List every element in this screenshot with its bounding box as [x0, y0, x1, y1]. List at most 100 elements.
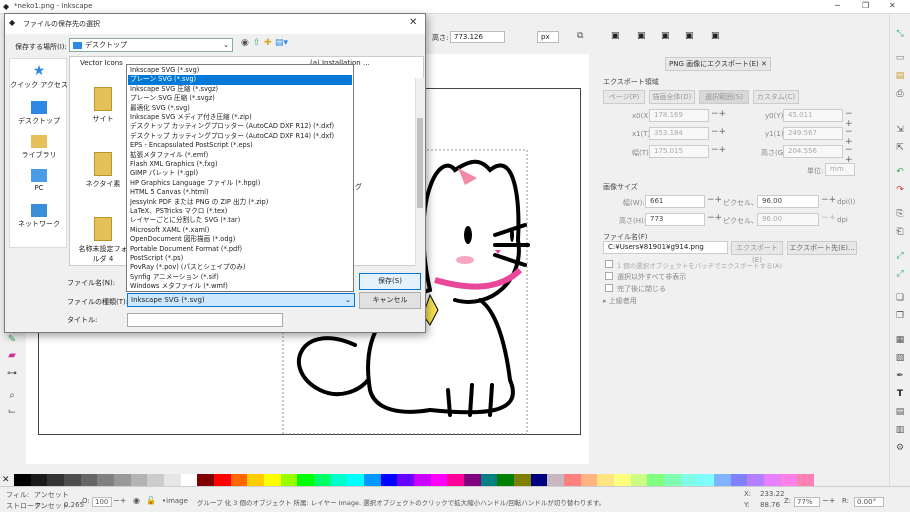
filetype-option[interactable]: Microsoft XAML (*.xaml) — [128, 226, 352, 235]
new-doc-icon[interactable]: ▭ — [894, 52, 906, 64]
color-swatch[interactable] — [447, 474, 465, 486]
layer-dropdown[interactable]: •image — [162, 497, 188, 505]
cancel-button[interactable]: キャンセル — [359, 292, 421, 309]
filetype-option[interactable]: OpenDocument 図形描画 (*.odg) — [128, 235, 352, 244]
color-swatch[interactable] — [580, 474, 598, 486]
color-swatch[interactable] — [747, 474, 765, 486]
filetype-option[interactable]: Windows メタファイル (*.wmf) — [128, 282, 352, 291]
area-drawing-button[interactable]: 描画全体(D) — [649, 90, 695, 104]
hide-all-checkbox[interactable] — [605, 272, 613, 280]
width-input[interactable]: 175.015 — [649, 145, 709, 158]
snap-toggle-icon[interactable]: ⤡ — [894, 28, 906, 40]
color-swatch[interactable] — [797, 474, 815, 486]
color-swatch[interactable] — [330, 474, 348, 486]
color-swatch[interactable] — [564, 474, 582, 486]
close-window-icon[interactable]: ✕ — [889, 1, 896, 10]
ungroup-icon[interactable]: ▧ — [894, 352, 906, 364]
opacity-stepper[interactable]: −+ — [113, 496, 126, 505]
color-swatch[interactable] — [364, 474, 382, 486]
area-custom-button[interactable]: カスタム(C) — [753, 90, 799, 104]
clone-icon[interactable]: ❐ — [894, 310, 906, 322]
file-item-label[interactable]: Vector Icons — [80, 59, 123, 67]
color-swatch[interactable] — [247, 474, 265, 486]
color-swatch[interactable] — [647, 474, 665, 486]
img-width-input[interactable]: 661 — [645, 195, 705, 208]
filetype-options-list[interactable]: Inkscape SVG (*.svg) プレーン SVG (*.svg) Inks… — [126, 64, 354, 292]
save-in-dropdown[interactable]: デスクトップ ⌄ — [69, 38, 233, 52]
color-swatch[interactable] — [214, 474, 232, 486]
color-swatch[interactable] — [314, 474, 332, 486]
eye-icon[interactable]: ◉ — [133, 496, 140, 505]
spray-tool-icon[interactable]: ✎ — [6, 334, 18, 346]
tab-png-export[interactable]: PNG 画像にエクスポート(E) ✕ — [665, 57, 771, 71]
view-menu-icon[interactable]: ▤▾ — [275, 38, 288, 48]
color-swatch[interactable] — [630, 474, 648, 486]
color-swatch[interactable] — [780, 474, 798, 486]
close-when-done-checkbox[interactable] — [605, 284, 613, 292]
color-swatch[interactable] — [230, 474, 248, 486]
color-swatch[interactable] — [664, 474, 682, 486]
color-swatch[interactable] — [680, 474, 698, 486]
filetype-option[interactable]: プレーン SVG 圧縮 (*.svgz) — [128, 94, 352, 103]
zoom-drawing-icon[interactable]: ⤢ — [894, 268, 906, 280]
fill-stroke-icon[interactable]: ✒ — [894, 370, 906, 382]
redo-icon[interactable]: ↷ — [894, 184, 906, 196]
eraser-tool-icon[interactable]: ▰ — [6, 350, 18, 362]
align-panel-icon[interactable]: ▥ — [894, 424, 906, 436]
new-folder-icon[interactable]: ✚ — [264, 38, 272, 48]
snap-icon-5[interactable]: ▣ — [711, 31, 720, 41]
export-button[interactable]: エクスポート(E) — [731, 241, 783, 264]
snap-icon-1[interactable]: ▣ — [611, 31, 620, 41]
filetype-option[interactable]: Synfig アニメーション (*.sif) — [128, 273, 352, 282]
y0-stepper[interactable]: −+ — [845, 109, 860, 129]
color-swatch[interactable] — [497, 474, 515, 486]
filetype-option[interactable]: Inkscape SVG メディア付き圧縮 (*.zip) — [128, 113, 352, 122]
filetype-option[interactable]: 最適化 SVG (*.svg) — [128, 104, 352, 113]
color-swatch[interactable] — [764, 474, 782, 486]
file-item-label-partial-2[interactable]: グ — [355, 182, 362, 192]
dialog-close-icon[interactable]: ✕ — [409, 17, 417, 28]
unit-select[interactable]: px — [537, 31, 559, 43]
filetype-option[interactable]: プレーン SVG (*.svg) — [128, 75, 352, 85]
place-network[interactable]: ネットワーク — [10, 204, 68, 229]
filetype-option[interactable]: レイヤーごとに分割した SVG (*.tar) — [128, 216, 352, 225]
filetype-option[interactable]: デスクトップ カッティングプロッター (AutoCAD DXF R14) (*.… — [128, 132, 352, 141]
color-swatch[interactable] — [430, 474, 448, 486]
measure-tool-icon[interactable]: ⌙ — [6, 406, 18, 418]
file-item-unnamed-folder[interactable]: 名称未設定フォルダ 4 — [78, 217, 128, 264]
minimize-icon[interactable]: ─ — [835, 1, 840, 10]
snap-icon-3[interactable]: ▣ — [661, 31, 670, 41]
color-swatch[interactable] — [197, 474, 215, 486]
color-swatch[interactable] — [264, 474, 282, 486]
filetype-option[interactable]: Inkscape SVG (*.svg) — [128, 66, 352, 75]
batch-export-checkbox[interactable] — [605, 260, 613, 268]
connector-tool-icon[interactable]: ⊶ — [6, 368, 18, 380]
color-swatch[interactable] — [614, 474, 632, 486]
place-pc[interactable]: PC — [10, 169, 68, 192]
duplicate-icon[interactable]: ❏ — [894, 292, 906, 304]
filetype-option[interactable]: JessyInk PDF または PNG の ZIP 出力 (*.zip) — [128, 198, 352, 207]
color-swatch[interactable] — [347, 474, 365, 486]
file-item-tie[interactable]: ネクタイ素 — [78, 152, 128, 189]
fill-value[interactable]: アンセット — [34, 490, 69, 500]
snap-icon-2[interactable]: ▣ — [637, 31, 646, 41]
unit-dropdown[interactable]: mm — [825, 163, 855, 176]
group-icon[interactable]: ▦ — [894, 334, 906, 346]
height-input[interactable]: 773.126 — [450, 31, 505, 43]
place-quick-access[interactable]: ★ クイック アクセス — [10, 64, 68, 90]
img-height-input[interactable]: 773 — [645, 213, 705, 226]
dpi-stepper[interactable]: −+ — [821, 195, 836, 205]
color-swatch[interactable] — [30, 474, 48, 486]
filetype-option[interactable]: PovRay (*.pov) (パスとシェイプのみ) — [128, 263, 352, 272]
color-swatch[interactable] — [64, 474, 82, 486]
filetype-option[interactable]: HTML 5 Canvas (*.html) — [128, 188, 352, 197]
color-swatch[interactable] — [547, 474, 565, 486]
x0-input[interactable]: 178.169 — [649, 109, 709, 122]
color-swatch[interactable] — [597, 474, 615, 486]
zoom-tool-icon[interactable]: ⌕ — [6, 390, 18, 402]
y1-stepper[interactable]: −+ — [845, 127, 860, 147]
filetype-option[interactable]: デスクトップ カッティングプロッター (AutoCAD DXF R12) (*.… — [128, 122, 352, 131]
place-desktop[interactable]: デスクトップ — [10, 101, 68, 126]
color-swatch[interactable] — [414, 474, 432, 486]
x1-input[interactable]: 353.184 — [649, 127, 709, 140]
